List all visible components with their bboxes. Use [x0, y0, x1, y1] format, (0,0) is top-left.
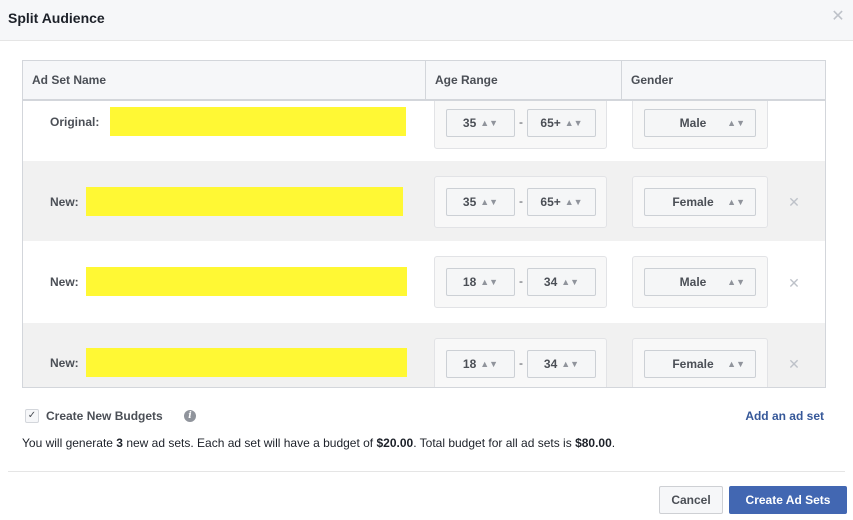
updown-arrows-icon: ▲▼ — [727, 277, 745, 287]
total-budget: $80.00 — [575, 436, 612, 450]
summary-text: . — [611, 436, 616, 450]
row-label: New: — [50, 356, 79, 370]
updown-arrows-icon: ▲▼ — [480, 277, 499, 287]
age-separator: - — [519, 194, 523, 208]
age-max-select[interactable]: 65+ ▲▼ — [527, 109, 596, 137]
create-budgets-label[interactable]: Create New Budgets — [46, 409, 163, 423]
redacted-ad-set-name — [110, 107, 406, 136]
budget-summary: You will generate 3 new ad sets. Each ad… — [22, 436, 615, 450]
age-range-group: 35 ▲▼ - 65+ ▲▼ — [434, 97, 607, 149]
age-separator: - — [519, 356, 523, 370]
create-ad-sets-button[interactable]: Create Ad Sets — [729, 486, 847, 514]
redacted-ad-set-name — [86, 267, 407, 296]
age-separator: - — [519, 115, 523, 129]
row-label: Original: — [50, 115, 100, 129]
age-range-group: 35 ▲▼ - 65+ ▲▼ — [434, 176, 607, 228]
ad-set-count: 3 — [116, 436, 123, 450]
age-max-select[interactable]: 34 ▲▼ — [527, 350, 596, 378]
gender-group: Female ▲▼ — [632, 176, 768, 228]
ad-sets-table: Ad Set Name Age Range Gender Original: 3… — [22, 60, 826, 388]
age-min-select[interactable]: 18 ▲▼ — [446, 350, 515, 378]
remove-row-button[interactable]: ✕ — [788, 356, 800, 373]
age-range-group: 18 ▲▼ - 34 ▲▼ — [434, 338, 607, 387]
create-budgets-checkbox[interactable]: ✓ — [25, 409, 39, 423]
gender-select[interactable]: Female ▲▼ — [644, 350, 756, 378]
table-row: Original: 35 ▲▼ - 65+ ▲▼ Male ▲▼ — [23, 97, 825, 161]
age-range-group: 18 ▲▼ - 34 ▲▼ — [434, 256, 607, 308]
updown-arrows-icon: ▲▼ — [727, 197, 745, 207]
info-icon[interactable]: i — [184, 410, 196, 422]
updown-arrows-icon: ▲▼ — [561, 359, 580, 369]
gender-select[interactable]: Male ▲▼ — [644, 268, 756, 296]
redacted-ad-set-name — [86, 348, 407, 377]
column-header-gender: Gender — [631, 73, 674, 87]
close-icon[interactable]: ✕ — [831, 9, 845, 25]
table-row: New: 35 ▲▼ - 65+ ▲▼ Female ▲▼ ✕ — [23, 161, 825, 241]
updown-arrows-icon: ▲▼ — [727, 118, 745, 128]
gender-select[interactable]: Female ▲▼ — [644, 188, 756, 216]
row-label: New: — [50, 195, 79, 209]
gender-select[interactable]: Male ▲▼ — [644, 109, 756, 137]
remove-row-button[interactable]: ✕ — [788, 194, 800, 211]
dialog-title: Split Audience — [8, 10, 105, 26]
updown-arrows-icon: ▲▼ — [480, 197, 499, 207]
summary-text: You will generate — [22, 436, 117, 450]
table-header: Ad Set Name Age Range Gender — [23, 61, 825, 101]
cancel-button[interactable]: Cancel — [659, 486, 723, 514]
footer-divider — [8, 471, 845, 472]
column-header-age-range: Age Range — [426, 61, 622, 99]
summary-text: new ad sets. Each ad set will have a bud… — [122, 436, 377, 450]
updown-arrows-icon: ▲▼ — [480, 118, 499, 128]
dialog-header: Split Audience ✕ — [0, 0, 853, 41]
gender-group: Male ▲▼ — [632, 256, 768, 308]
column-header-ad-set-name: Ad Set Name — [23, 61, 426, 99]
age-max-select[interactable]: 34 ▲▼ — [527, 268, 596, 296]
add-ad-set-link[interactable]: Add an ad set — [745, 409, 824, 423]
updown-arrows-icon: ▲▼ — [480, 359, 499, 369]
age-min-select[interactable]: 35 ▲▼ — [446, 188, 515, 216]
updown-arrows-icon: ▲▼ — [727, 359, 745, 369]
updown-arrows-icon: ▲▼ — [564, 197, 583, 207]
age-separator: - — [519, 274, 523, 288]
age-min-select[interactable]: 35 ▲▼ — [446, 109, 515, 137]
updown-arrows-icon: ▲▼ — [561, 277, 580, 287]
gender-group: Female ▲▼ — [632, 338, 768, 387]
table-row: New: 18 ▲▼ - 34 ▲▼ Male ▲▼ ✕ — [23, 241, 825, 323]
summary-text: . Total budget for all ad sets is — [413, 436, 576, 450]
remove-row-button[interactable]: ✕ — [788, 275, 800, 292]
table-row: New: 18 ▲▼ - 34 ▲▼ Female ▲▼ ✕ — [23, 323, 825, 387]
age-min-select[interactable]: 18 ▲▼ — [446, 268, 515, 296]
gender-group: Male ▲▼ — [632, 97, 768, 149]
row-label: New: — [50, 275, 79, 289]
updown-arrows-icon: ▲▼ — [564, 118, 583, 128]
age-max-select[interactable]: 65+ ▲▼ — [527, 188, 596, 216]
redacted-ad-set-name — [86, 187, 403, 216]
per-ad-set-budget: $20.00 — [376, 436, 414, 450]
